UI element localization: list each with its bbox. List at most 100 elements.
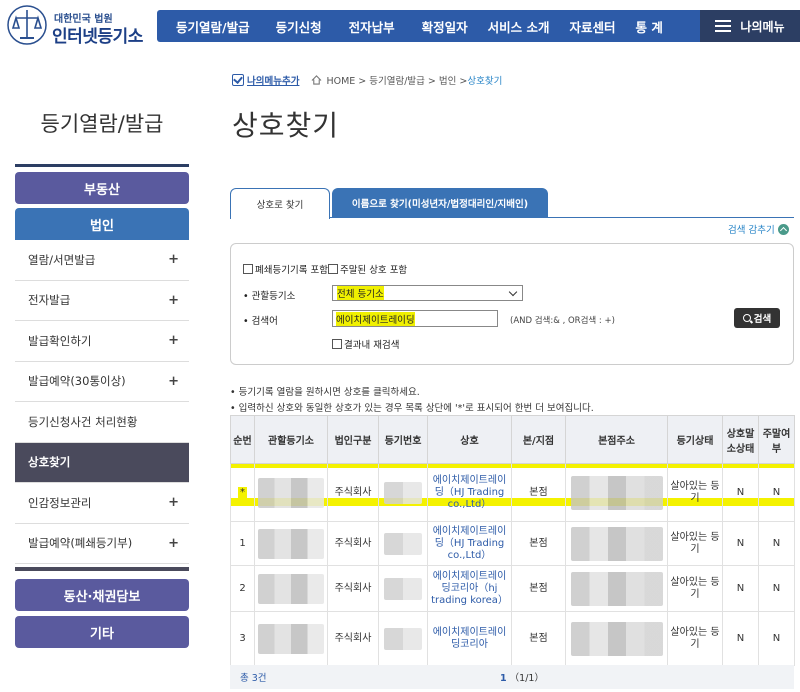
nav-item-view-issue[interactable]: 등기열람/발급	[176, 17, 250, 36]
col-header-no: 순번	[230, 415, 255, 464]
refine-option: 결과내 재검색	[332, 337, 399, 351]
sidebar-bottom-divider	[15, 567, 189, 571]
sidebar-item-issue-reserve[interactable]: 발급예약(30통이상) +	[15, 362, 189, 402]
hamburger-icon	[715, 20, 732, 32]
note-duplicate-marker: • 입력하신 상호와 동일한 상호가 있는 경우 목록 상단에 '*'로 표시되…	[230, 403, 594, 414]
nav-item-fixed-date[interactable]: 확정일자	[422, 17, 468, 36]
nav-item-e-payment[interactable]: 전자납부	[349, 17, 395, 36]
redacted-block	[258, 623, 324, 654]
my-menu-button[interactable]: 나의메뉴	[700, 10, 800, 42]
include-dormant-checkbox[interactable]	[327, 264, 338, 274]
cell-status: 살아있는 등기	[667, 463, 723, 522]
cell-erased: N	[722, 463, 759, 522]
col-header-company: 상호	[427, 415, 512, 464]
duplicate-marker: *	[238, 486, 247, 499]
note-click-company: • 등기기록 열람을 원하시면 상호를 클릭하세요.	[230, 387, 420, 398]
search-panel: 폐쇄등기기록 포함 주말된 상호 포함 • 관할등기소 전체 등기소 • 검색어…	[230, 243, 794, 365]
cell-erased: N	[722, 565, 759, 612]
page-current[interactable]: 1	[500, 673, 507, 684]
table-header-row: 순번 관할등기소 법인구분 등기번호 상호 본/지점 본점주소 등기상태 상호말…	[230, 415, 795, 464]
sidebar-item-closed-reserve[interactable]: 발급예약(폐쇄등기부) +	[15, 524, 189, 564]
refine-label: 결과내 재검색	[344, 340, 400, 351]
sidebar-divider	[15, 164, 189, 167]
refine-checkbox[interactable]	[332, 339, 342, 349]
hide-search-toggle[interactable]: 검색 감추기	[728, 222, 789, 236]
search-syntax-hint: (AND 검색:& , OR검색 : +)	[510, 316, 615, 326]
court-emblem-icon	[7, 5, 47, 45]
sidebar-item-e-issue[interactable]: 전자발급 +	[15, 281, 189, 321]
sidebar-title: 등기열람/발급	[40, 112, 164, 136]
cell-erased: N	[722, 521, 759, 566]
logo-main-text: 인터넷등기소	[52, 27, 143, 47]
redacted-block	[258, 528, 324, 559]
cell-type: 주식회사	[327, 463, 379, 522]
redacted-block	[570, 621, 663, 656]
keyword-value: 에이치제이트레이딩	[336, 311, 415, 326]
company-link[interactable]: 에이치제이트레이딩코리아	[427, 611, 512, 666]
cell-no: 3	[230, 611, 255, 666]
nav-item-service-intro[interactable]: 서비스 소개	[488, 17, 550, 36]
my-menu-label: 나의메뉴	[740, 19, 785, 34]
nav-item-statistics[interactable]: 통 계	[636, 17, 663, 36]
sidebar-item-case-status[interactable]: 등기신청사건 처리현황	[15, 402, 189, 443]
redacted-block	[384, 577, 422, 600]
tab-search-by-company[interactable]: 상호로 찾기	[230, 188, 330, 219]
results-table: 순번 관할등기소 법인구분 등기번호 상호 본/지점 본점주소 등기상태 상호말…	[230, 415, 795, 666]
cell-no: 2	[230, 565, 255, 612]
registry-select[interactable]: 전체 등기소	[332, 285, 523, 301]
cell-status: 살아있는 등기	[667, 521, 723, 566]
redacted-block	[258, 573, 324, 604]
main-nav: 등기열람/발급 등기신청 전자납부 확정일자 서비스 소개 자료센터 통 계	[157, 10, 700, 42]
include-closed-label: 폐쇄등기기록 포함	[255, 265, 328, 276]
add-my-menu-link[interactable]: 나의메뉴추가	[247, 73, 299, 87]
company-link[interactable]: 에이치제이트레이딩（HJ Trading co.,Ltd）	[427, 463, 512, 522]
breadcrumb-path: HOME > 등기열람/발급 > 법인 >	[326, 76, 468, 87]
search-button[interactable]: 검색	[734, 308, 780, 328]
sidebar-button-movable-collateral[interactable]: 동산·채권담보	[15, 579, 189, 611]
tab-underline	[330, 217, 794, 218]
sidebar-button-other[interactable]: 기타	[15, 616, 189, 648]
cell-type: 주식회사	[327, 565, 379, 612]
redacted-block	[570, 526, 663, 561]
company-link[interactable]: 에이치제이트레이딩코리아（hj trading korea）	[427, 565, 512, 612]
sidebar-item-view-print[interactable]: 열람/서면발급 +	[15, 240, 189, 281]
nav-item-registration[interactable]: 등기신청	[276, 17, 322, 36]
redacted-block	[384, 627, 422, 650]
redacted-block	[570, 475, 663, 510]
cell-dormant: N	[758, 565, 795, 612]
sidebar-button-corporation[interactable]: 법인	[15, 208, 189, 240]
sidebar-item-seal-info[interactable]: 인감정보관리 +	[15, 483, 189, 524]
nav-item-resource-center[interactable]: 자료센터	[569, 17, 615, 36]
col-header-type: 법인구분	[327, 415, 379, 464]
col-header-registry: 관할등기소	[254, 415, 328, 464]
redacted-block	[258, 477, 324, 508]
sidebar-item-company-search[interactable]: 상호찾기	[15, 442, 189, 483]
sidebar-item-issue-verify[interactable]: 발급확인하기 +	[15, 321, 189, 362]
check-icon	[232, 74, 244, 86]
table-row: * 주식회사 에이치제이트레이딩（HJ Trading co.,Ltd） 본점 …	[230, 463, 795, 522]
cell-type: 주식회사	[327, 611, 379, 666]
site-logo[interactable]: 대한민국 법원 인터넷등기소	[6, 4, 156, 47]
table-row: 1 주식회사 에이치제이트레이딩（HJ Trading co.,Ltd） 본점 …	[230, 521, 795, 566]
cell-type: 주식회사	[327, 521, 379, 566]
breadcrumb: 나의메뉴추가 HOME > 등기열람/발급 > 법인 > 상호찾기	[232, 73, 502, 87]
sidebar-menu: 열람/서면발급 + 전자발급 + 발급확인하기 + 발급예약(30통이상) + 등기신청…	[15, 240, 189, 564]
col-header-erased: 상호말소상태	[722, 415, 759, 464]
col-header-status: 등기상태	[667, 415, 723, 464]
plus-icon: +	[168, 292, 179, 308]
col-header-dormant: 주말여부	[758, 415, 795, 464]
header: 대한민국 법원 인터넷등기소 등기열람/발급 등기신청 전자납부 확정일자 서비…	[0, 0, 800, 52]
company-link[interactable]: 에이치제이트레이딩（HJ Trading co.,Ltd）	[427, 521, 512, 566]
tab-search-by-name[interactable]: 이름으로 찾기(미성년자/법정대리인/지배인)	[332, 188, 548, 218]
results-footer: 총 3건 1 （1/1）	[230, 665, 794, 689]
keyword-input[interactable]: 에이치제이트레이딩	[332, 310, 498, 327]
include-closed-checkbox[interactable]	[243, 264, 253, 274]
sidebar-button-real-estate[interactable]: 부동산	[15, 172, 189, 204]
cell-branch: 본점	[511, 463, 566, 522]
cell-status: 살아있는 등기	[667, 611, 723, 666]
pagination: 1 （1/1）	[500, 670, 544, 684]
cell-no: 1	[230, 521, 255, 566]
cell-status: 살아있는 등기	[667, 565, 723, 612]
chevron-down-icon	[508, 287, 518, 296]
plus-icon: +	[168, 252, 179, 268]
